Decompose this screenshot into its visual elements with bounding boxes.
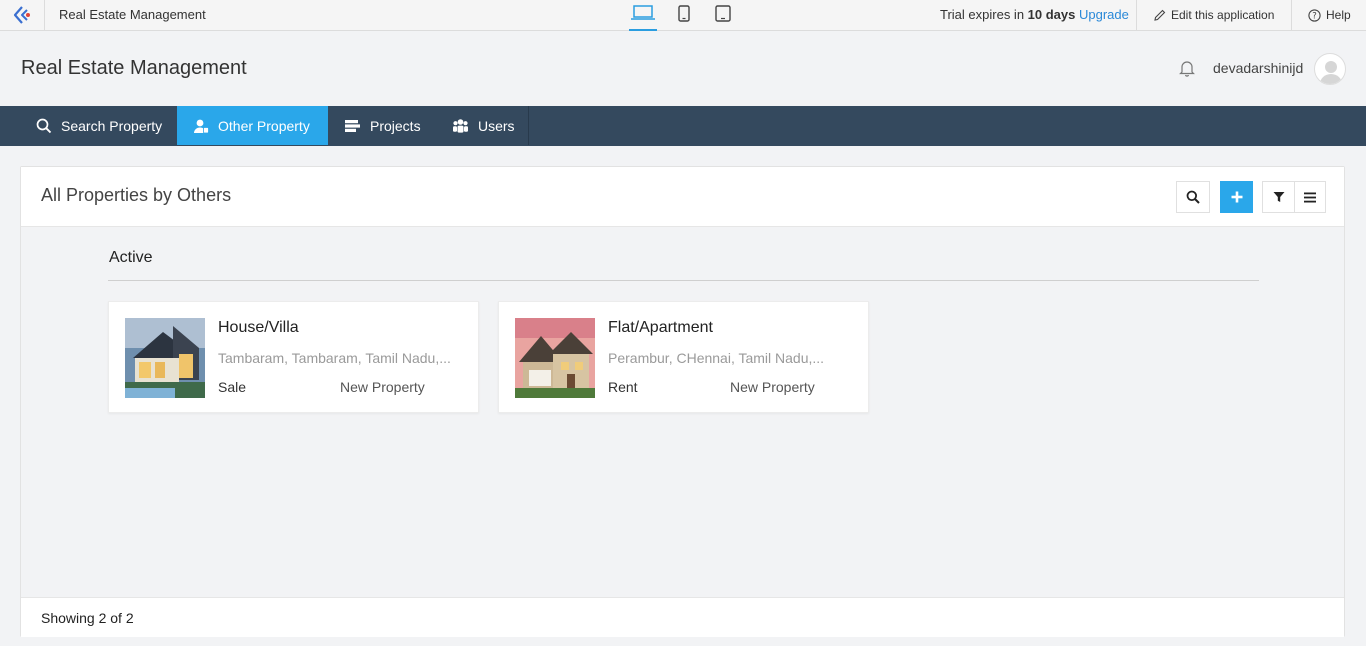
nav-item-users[interactable]: Users [436, 106, 531, 145]
svg-text:?: ? [1312, 11, 1317, 21]
nav-item-search-property[interactable]: Search Property [20, 106, 178, 145]
trial-prefix: Trial expires in [940, 7, 1028, 22]
property-thumbnail [125, 318, 205, 398]
card-status: New Property [730, 379, 815, 395]
card-listing-type: Sale [218, 379, 247, 395]
users-icon [453, 119, 468, 133]
card-address: Tambaram, Tambaram, Tamil Nadu,... [218, 350, 451, 366]
property-thumbnail [515, 318, 595, 398]
trial-notice: Trial expires in 10 days Upgrade [940, 7, 1129, 22]
search-icon [36, 118, 52, 133]
card-listing-type: Rent [608, 379, 638, 395]
nav-label: Search Property [61, 117, 163, 134]
divider [44, 0, 45, 30]
help-label: Help [1326, 8, 1351, 22]
property-card[interactable]: Flat/Apartment Perambur, CHennai, Tamil … [498, 301, 869, 413]
phone-view-icon[interactable] [675, 5, 693, 31]
desktop-view-icon[interactable] [629, 5, 657, 31]
tablet-view-icon[interactable] [712, 5, 734, 31]
pencil-icon [1154, 9, 1166, 21]
username[interactable]: devadarshinijd [1213, 60, 1303, 76]
nav-label: Other Property [218, 117, 310, 134]
menu-button[interactable] [1294, 181, 1326, 213]
panel-header: All Properties by Others [21, 167, 1344, 227]
filter-icon [1273, 192, 1284, 202]
report-panel: All Properties by Others Active House/Vi… [20, 166, 1345, 637]
card-title: Flat/Apartment [608, 319, 713, 336]
add-button[interactable] [1220, 181, 1253, 213]
app-header: Real Estate Management devadarshinijd [0, 31, 1366, 106]
card-address: Perambur, CHennai, Tamil Nadu,... [608, 350, 825, 366]
main-nav: Search Property Other Property Projects … [0, 106, 1366, 146]
nav-item-projects[interactable]: Projects [328, 106, 437, 145]
property-card[interactable]: House/Villa Tambaram, Tambaram, Tamil Na… [108, 301, 479, 413]
top-bar: Real Estate Management Trial expires in … [0, 0, 1366, 31]
upgrade-link[interactable]: Upgrade [1079, 7, 1129, 22]
group-label: Active [109, 249, 153, 266]
divider [108, 280, 1259, 281]
help-button[interactable]: ? Help [1308, 8, 1351, 22]
card-status: New Property [340, 379, 425, 395]
divider [1136, 0, 1137, 30]
search-icon [1186, 190, 1200, 204]
panel-title: All Properties by Others [41, 185, 232, 205]
plus-icon [1231, 191, 1242, 203]
divider [528, 106, 529, 145]
user-icon [194, 119, 209, 133]
help-icon: ? [1308, 8, 1321, 22]
trial-days: 10 days [1027, 7, 1076, 22]
edit-application-label: Edit this application [1171, 8, 1275, 22]
edit-application-button[interactable]: Edit this application [1154, 8, 1274, 22]
page-title: Real Estate Management [21, 57, 247, 79]
search-button[interactable] [1176, 181, 1210, 213]
nav-label: Projects [370, 117, 421, 134]
projects-icon [345, 119, 360, 132]
divider [1291, 0, 1292, 30]
record-count: Showing 2 of 2 [41, 610, 134, 626]
app-logo-icon[interactable] [12, 5, 34, 25]
avatar[interactable] [1314, 53, 1346, 85]
filter-button[interactable] [1262, 181, 1295, 213]
panel-footer: Showing 2 of 2 [21, 597, 1344, 637]
nav-label: Users [478, 117, 515, 134]
bell-icon[interactable] [1178, 59, 1196, 82]
card-title: House/Villa [218, 319, 299, 336]
nav-item-other-property[interactable]: Other Property [177, 106, 328, 145]
menu-icon [1304, 192, 1316, 202]
app-breadcrumb[interactable]: Real Estate Management [59, 7, 206, 22]
